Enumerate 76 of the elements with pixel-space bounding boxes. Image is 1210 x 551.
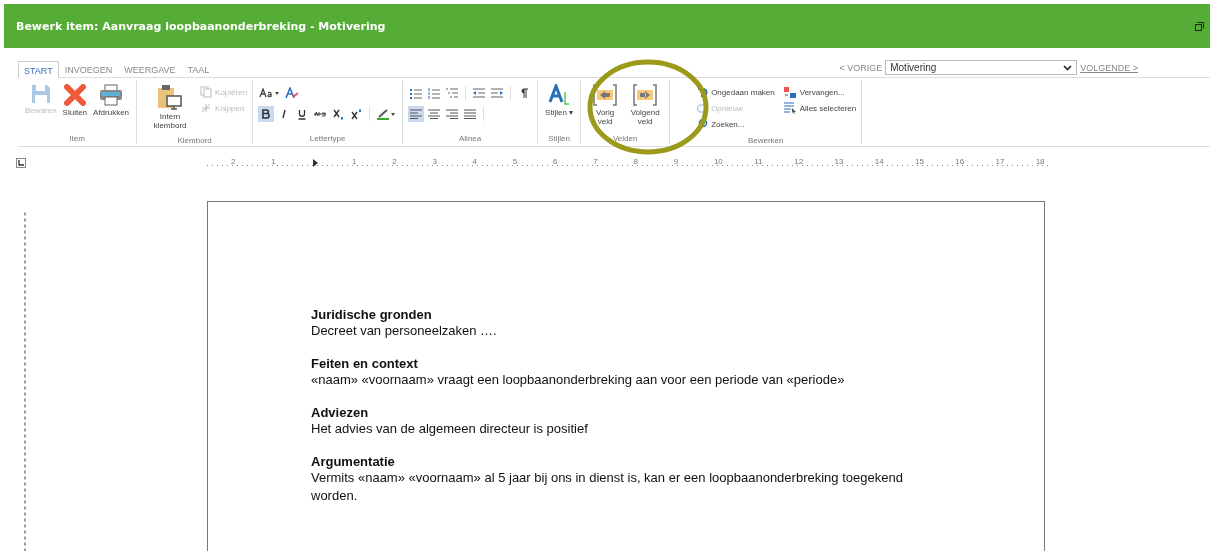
ribbon-button[interactable]: Stijlen ▾ [543,84,576,117]
ruler-number: 1 [350,157,358,168]
clear-format-icon[interactable] [284,85,301,101]
ribbon-button[interactable]: Alles selecteren [782,100,857,116]
section-heading: Argumentatie [311,454,396,469]
ruler-number: 4 [471,157,479,168]
group-label: Alinea [458,134,483,144]
ruler-number: 15 [914,157,925,168]
align-left-icon[interactable] [408,106,425,122]
section-heading: Adviezen [311,405,370,420]
align-right-icon[interactable] [444,106,461,122]
ruler-number: 17 [994,157,1006,168]
ruler-number: 3 [431,157,438,168]
ribbon-tab[interactable]: START [18,61,59,78]
ruler-number: 11 [753,157,764,168]
ruler-number: 18 [1034,157,1046,168]
section-text: Vermits «naam» «voornaam» al 5 jaar bij ons in dienst is, kan er een loopbaanonderbreking toegekend worden. [311,469,904,505]
section-text: «naam» «voornaam» vraagt een loopbaanonderbreking aan voor een periode van «periode» [311,371,846,389]
tab-selector[interactable] [16,158,26,168]
ruler-number: 6 [552,157,559,168]
chevron-icon [1063,64,1073,71]
field-dropdown[interactable]: Motivering [885,60,1078,75]
restore-icon[interactable] [1195,21,1204,31]
ribbon-button[interactable]: Volgend veld [626,84,665,126]
ribbon-button[interactable]: Afdrukken [91,84,132,117]
group-label: Item [68,134,86,144]
section-heading: Juridische gronden [311,307,433,322]
previous-link[interactable]: < VORIGE [839,62,883,73]
ruler-number: 12 [793,157,805,168]
window-title: Bewerk item: Aanvraag loopbaanonderbreking - Motivering [16,19,386,33]
copy-icon [200,86,213,98]
ribbon-button[interactable]: Zoeken... [696,116,775,132]
ribbon-button[interactable]: Intern klembord [142,84,199,130]
next-field-icon [633,84,658,106]
ruler-number: 14 [873,157,885,168]
close-icon [63,84,86,106]
ruler-number: 2 [230,157,237,168]
ribbon-button[interactable]: Ongedaan maken [696,84,775,100]
ribbon-tab[interactable]: INVOEGEN [58,61,119,77]
scissors-icon [200,102,213,114]
align-center-icon[interactable] [426,106,443,122]
select-all-icon [782,101,797,115]
ribbon-tab[interactable]: TAAL [181,61,216,77]
ruler-number: 16 [954,157,966,168]
undo-icon [696,85,709,99]
ruler-number: 9 [672,157,680,168]
highlight-icon[interactable] [375,106,398,122]
ruler-number: 10 [712,157,724,168]
ruler-number: 5 [511,157,519,168]
indent-marker-icon[interactable] [312,159,320,167]
group-label: Lettertype [308,134,347,144]
justify-icon[interactable] [462,106,479,122]
section-text: Decreet van personeelzaken …. [311,322,498,340]
bold-icon[interactable] [258,106,275,122]
replace-icon [782,85,797,99]
ruler-number: 8 [632,157,639,168]
ruler-number: 7 [592,157,599,168]
previous-field-icon [593,84,618,106]
ruler-number: 13 [833,157,845,168]
section-text: Het advies van de algemeen directeur is positief [311,420,589,438]
section-heading: Feiten en context [311,356,419,371]
ruler-number: 1 [270,157,277,168]
printer-icon [99,84,124,106]
group-label: Velden [611,134,639,144]
ribbon-button[interactable]: Sluiten [60,84,90,117]
ribbon-button[interactable]: Vervangen... [782,84,857,100]
group-label: Bewerken [746,136,785,146]
ribbon-button[interactable]: Vorig veld [586,84,625,126]
multilevel-list-icon[interactable] [444,85,461,101]
group-label: Stijlen [547,134,571,144]
styles-icon [548,84,571,106]
ribbon-tab[interactable]: WEERGAVE [118,61,182,77]
ruler-number: 2 [391,157,398,168]
clipboard-icon [157,84,184,110]
group-label: Klembord [176,136,213,146]
next-link[interactable]: VOLGENDE > [1080,62,1138,73]
